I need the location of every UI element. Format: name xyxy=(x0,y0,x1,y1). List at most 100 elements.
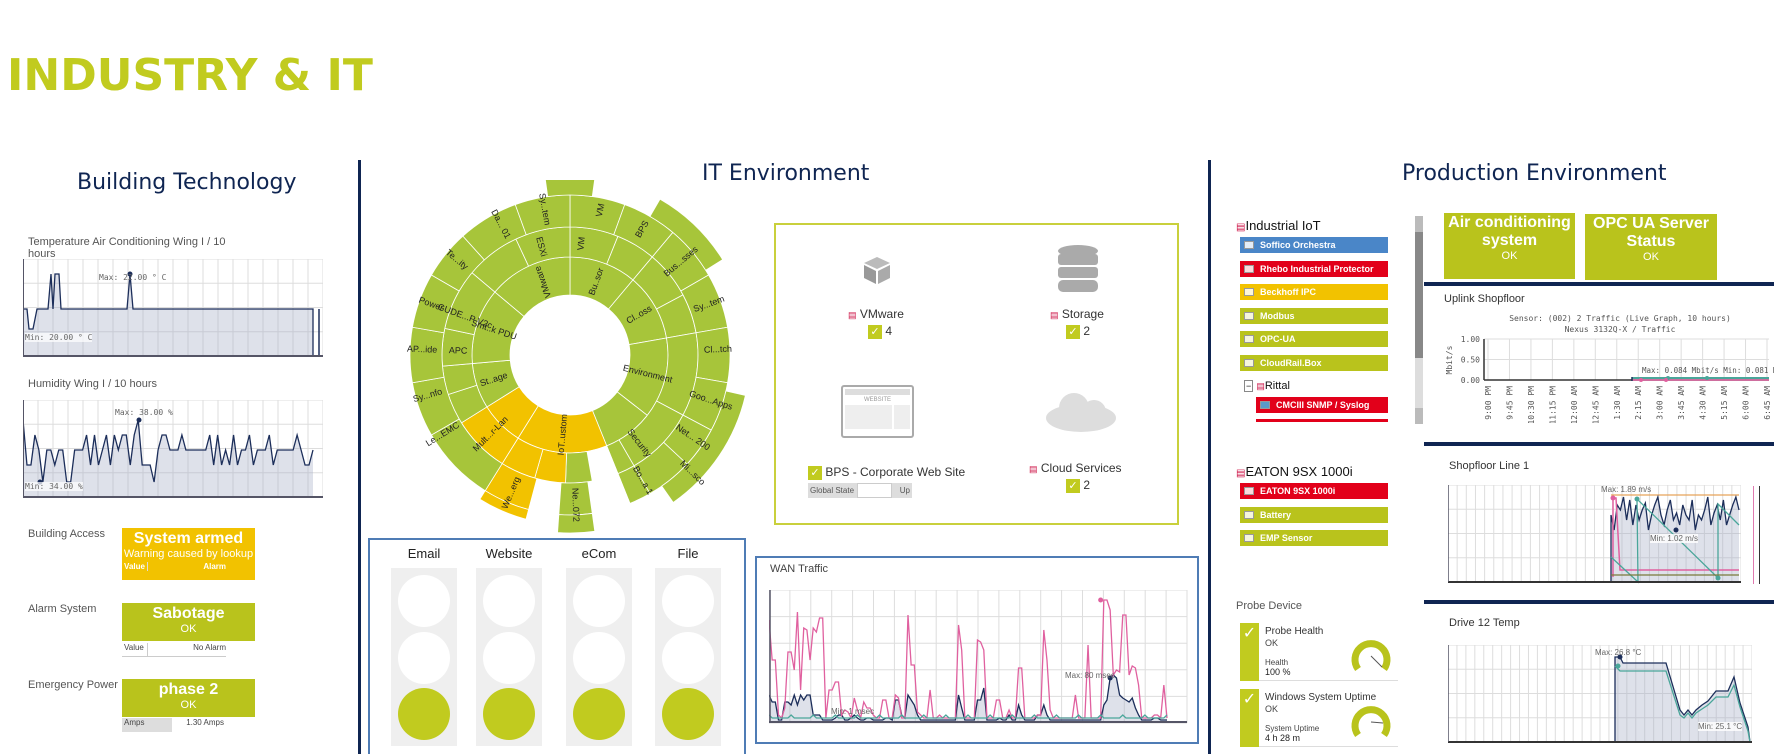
vmware-count: 4 xyxy=(885,324,893,338)
traffic-light-label: Website xyxy=(485,546,533,561)
tree-item-cut xyxy=(1256,419,1388,422)
website-sensor[interactable]: ✓ BPS - Corporate Web Site xyxy=(808,465,965,480)
emergency-power-kv: Amps 1.30 Amps xyxy=(122,718,226,732)
eaton-group[interactable]: ▤EATON 9SX 1000i xyxy=(1236,464,1353,479)
temperature-min-label: Min: 20.00 ° C xyxy=(25,333,93,342)
red-lamp xyxy=(483,575,535,627)
device-icon xyxy=(1244,264,1254,273)
wan-traffic-panel: WAN Traffic Max: 80 msec Min: 1 msec xyxy=(755,556,1199,744)
industrial-iot-group[interactable]: ▤Industrial IoT xyxy=(1236,218,1321,233)
yellow-lamp xyxy=(573,632,625,684)
shopfloor-line-chart[interactable]: Max: 1.89 m/s Min: 1.02 m/s xyxy=(1447,484,1742,585)
emergency-power-label: Emergency Power xyxy=(28,679,118,691)
storage-group[interactable]: ▤ Storage xyxy=(1050,307,1104,321)
chart-edge xyxy=(1753,486,1754,584)
iot-tree-item[interactable]: Beckhoff IPC xyxy=(1240,284,1388,300)
tree-item-label: Battery xyxy=(1260,509,1292,520)
website-label: BPS - Corporate Web Site xyxy=(825,465,966,479)
line-max-label: Max: 1.89 m/s xyxy=(1601,485,1652,494)
wan-max-label: Max: 80 msec xyxy=(1065,671,1115,680)
kv-key: Value xyxy=(122,562,148,571)
shopfloor-line-title: Shopfloor Line 1 xyxy=(1449,460,1530,472)
uplink-subtitle: Sensor: (002) 2 Traffic (Live Graph, 10 … xyxy=(1500,313,1740,335)
tree-item-label: EATON 9SX 1000i xyxy=(1260,486,1336,496)
tile-status: OK xyxy=(1501,250,1518,262)
traffic-light-file[interactable] xyxy=(655,568,721,746)
iot-tree-item[interactable]: OPC-UA xyxy=(1240,331,1388,347)
alarm-system-status: Sabotage xyxy=(152,605,225,622)
traffic-light-email[interactable] xyxy=(391,568,457,746)
humidity-chart[interactable]: Max: 38.00 % Min: 34.00 % xyxy=(22,399,324,499)
humidity-max-label: Max: 38.00 % xyxy=(115,408,173,417)
section-title-production: Production Environment xyxy=(1402,161,1667,186)
x-tick-label: 12:00 AM xyxy=(1570,386,1579,423)
check-icon: ✓ xyxy=(868,324,882,339)
building-access-tile[interactable]: System armed Warning caused by lookup va… xyxy=(122,528,255,580)
max-marker xyxy=(136,417,142,423)
collapse-icon[interactable]: − xyxy=(1244,380,1254,392)
humidity-chart-title: Humidity Wing I / 10 hours xyxy=(28,378,157,390)
uplink-subtitle-1: Sensor: (002) 2 Traffic (Live Graph, 10 … xyxy=(1509,314,1731,323)
humidity-min-label: Min: 34.00 % xyxy=(25,482,83,491)
kv-key: Global State xyxy=(808,483,857,498)
divider xyxy=(358,160,361,754)
x-tick-label: 6:45 AM xyxy=(1763,386,1772,420)
data-marker xyxy=(1715,575,1721,581)
cloud-group[interactable]: ▤ Cloud Services xyxy=(1029,461,1122,475)
iot-tree-item[interactable]: Soffico Orchestra xyxy=(1240,237,1388,253)
air-conditioning-tile[interactable]: Air conditioning system OK xyxy=(1444,213,1575,279)
iot-tree-item[interactable]: Modbus xyxy=(1240,307,1388,324)
eaton-tree-item[interactable]: Battery xyxy=(1240,506,1388,523)
x-tick-label: 12:45 AM xyxy=(1591,386,1600,423)
tree-item-label: Rhebo Industrial Protector xyxy=(1260,263,1374,274)
alarm-system-label: Alarm System xyxy=(28,603,97,615)
emergency-power-status: phase 2 xyxy=(158,681,219,698)
probe-device-title: Probe Device xyxy=(1236,600,1303,612)
traffic-light-label: Email xyxy=(407,546,441,561)
probe-sensor-card[interactable]: ✓ Probe Health OK Health 100 % xyxy=(1240,623,1398,681)
cloud-count: 2 xyxy=(1083,478,1091,492)
y-tick-label: 0.50 xyxy=(1461,356,1480,365)
x-tick-label: 1:30 AM xyxy=(1613,386,1622,420)
temperature-chart[interactable]: Max: 22.00 ° C Min: 20.00 ° C xyxy=(22,258,324,358)
tile-status: OK xyxy=(1643,251,1659,263)
vmware-label: VMware xyxy=(859,307,904,321)
alarm-system-tile[interactable]: Sabotage OK xyxy=(122,603,255,641)
probe-sensor-card[interactable]: ✓ Windows System Uptime OK System Uptime… xyxy=(1240,689,1398,747)
scrollbar-thumb[interactable] xyxy=(1415,232,1423,358)
traffic-light-ecom[interactable] xyxy=(566,568,632,746)
wan-traffic-chart[interactable] xyxy=(769,590,1189,725)
emergency-power-tile[interactable]: phase 2 OK xyxy=(122,679,255,717)
drive-temp-chart[interactable]: Max: 26.8 °C Min: 25.1 °C xyxy=(1447,644,1753,745)
device-icon xyxy=(1244,534,1254,542)
y-tick-label: 0.00 xyxy=(1461,376,1480,385)
divider xyxy=(1424,282,1774,286)
eaton-tree-item[interactable]: EATON 9SX 1000i xyxy=(1240,483,1388,499)
iot-tree-item[interactable]: CloudRail.Box xyxy=(1240,354,1388,371)
kv-value: No Alarm xyxy=(193,643,226,652)
website-icon: WEBSITE xyxy=(841,385,914,438)
sunburst-segment xyxy=(695,326,731,384)
rittal-group[interactable]: − ▤Rittal xyxy=(1244,380,1290,392)
sensor-metric: System Uptime xyxy=(1265,724,1320,733)
dashboard-title: INDUSTRY & IT xyxy=(7,50,373,101)
red-lamp xyxy=(398,575,450,627)
traffic-light-website[interactable] xyxy=(476,568,542,746)
uplink-chart[interactable]: 1.00 0.50 0.00 Mbit/s 9:00 PM 9:45 PM 10:30 PM… xyxy=(1444,333,1774,423)
alarm-system-kv: Value No Alarm xyxy=(122,643,226,657)
eaton-tree-item[interactable]: EMP Sensor xyxy=(1240,530,1388,546)
kv-value: Alarm xyxy=(203,562,226,571)
data-marker xyxy=(1615,663,1621,669)
opc-ua-tile[interactable]: OPC UA Server Status OK xyxy=(1585,214,1717,280)
scrollbar[interactable] xyxy=(1415,216,1423,424)
vmware-group[interactable]: ▤ VMware xyxy=(848,307,904,321)
iot-tree-item[interactable]: Rhebo Industrial Protector xyxy=(1240,260,1388,277)
green-lamp xyxy=(573,688,625,740)
x-tick-label: 6:00 AM xyxy=(1742,386,1751,420)
sunburst-chart[interactable]: VMware Bu..sor Cl..oss Environment Security I… xyxy=(405,174,746,535)
x-tick-label: 10:30 PM xyxy=(1527,386,1536,423)
building-access-label: Building Access xyxy=(28,528,106,540)
tree-item-label: Modbus xyxy=(1260,310,1295,321)
kv-value: Up xyxy=(892,483,912,498)
tree-item-cmciii[interactable]: CMCIII SNMP / Syslog xyxy=(1256,397,1388,413)
